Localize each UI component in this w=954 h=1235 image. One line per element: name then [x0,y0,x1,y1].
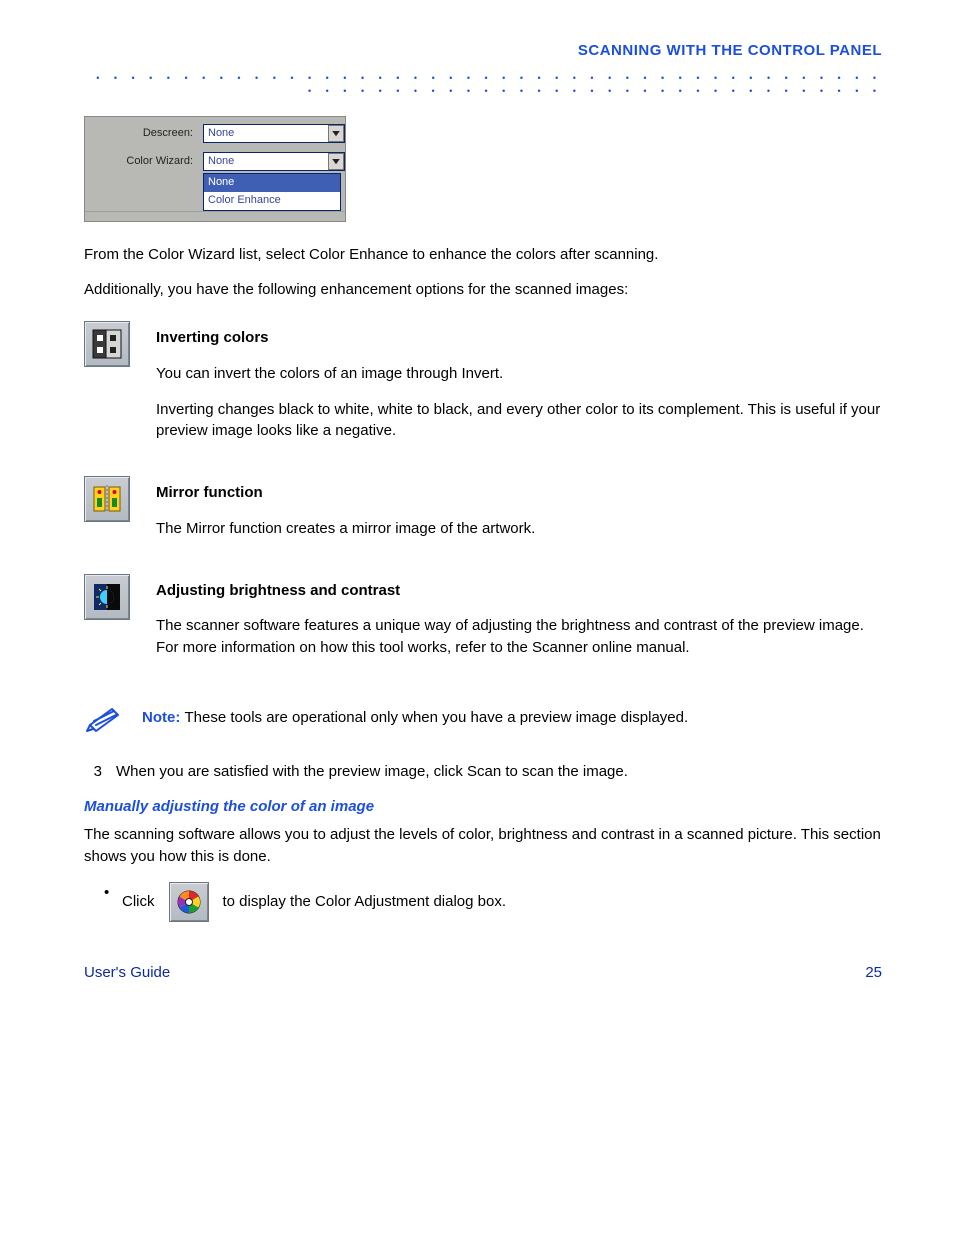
invert-p2: Inverting changes black to white, white … [156,399,882,443]
adjust-step-1-prefix: Click [122,891,155,913]
colorwizard-value: None [208,154,234,170]
invert-title: Inverting colors [156,329,269,346]
note-label: Note: [142,709,185,726]
adjust-steps: Click to display the Color Adjustment di… [84,882,882,922]
subsection-heading: Manually adjusting the color of an image [84,796,882,818]
chevron-down-icon[interactable] [328,153,344,170]
colorwizard-label: Color Wizard: [85,154,197,170]
descreen-value: None [208,126,234,142]
descreen-label: Descreen: [85,126,197,142]
option-none[interactable]: None [204,174,340,192]
invert-icon[interactable] [84,321,130,367]
brightness-title: Adjusting brightness and contrast [156,582,400,599]
mirror-title: Mirror function [156,484,263,501]
option-color-enhance[interactable]: Color Enhance [204,192,340,210]
color-wheel-icon[interactable] [169,882,209,922]
step-3: 3 When you are satisfied with the previe… [84,761,882,783]
note-text: These tools are operational only when yo… [185,709,689,726]
footer-right: 25 [865,962,882,984]
mirror-p1: The Mirror function creates a mirror ima… [156,518,882,540]
intro-paragraph-2: Additionally, you have the following enh… [84,279,882,301]
brightness-p1: The scanner software features a unique w… [156,615,882,659]
colorwizard-options[interactable]: None Color Enhance [203,173,341,211]
tool-row-mirror: Mirror function The Mirror function crea… [84,476,882,554]
invert-p1: You can invert the colors of an image th… [156,363,882,385]
page-footer: User's Guide 25 [84,962,882,984]
pencil-icon [84,703,124,733]
step-3-number: 3 [84,761,102,783]
adjust-step-1-rest: to display the Color Adjustment dialog b… [223,891,507,913]
tool-row-brightness: Adjusting brightness and contrast The sc… [84,574,882,673]
adjust-step-1: Click to display the Color Adjustment di… [104,882,882,922]
intro-paragraph-1: From the Color Wizard list, select Color… [84,244,882,266]
brightness-contrast-icon[interactable] [84,574,130,620]
descreen-dropdown[interactable]: None [203,124,345,143]
mirror-vertical-icon[interactable] [84,476,130,522]
control-panel-figure: Descreen: None Color Wizard: None None C… [84,116,346,222]
header-rule: • • • • • • • • • • • • • • • • • • • • … [84,72,882,98]
page-header: SCANNING WITH THE CONTROL PANEL [84,40,882,62]
note-block: Note: These tools are operational only w… [84,703,882,743]
chevron-down-icon[interactable] [328,125,344,142]
footer-left: User's Guide [84,962,170,984]
tool-row-invert: Inverting colors You can invert the colo… [84,321,882,456]
subsection-text: The scanning software allows you to adju… [84,824,882,868]
colorwizard-dropdown[interactable]: None [203,152,345,171]
step-3-text: When you are satisfied with the preview … [116,761,628,783]
